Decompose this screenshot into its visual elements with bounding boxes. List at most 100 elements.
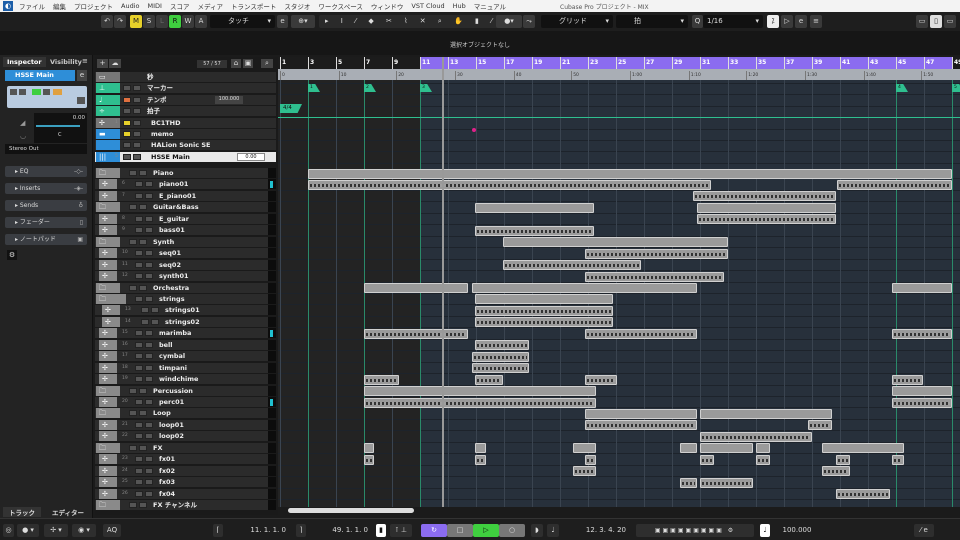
snap-mode-icon[interactable]: ●▾	[496, 15, 522, 28]
track-value[interactable]: 100.000	[215, 95, 243, 104]
event-part[interactable]	[364, 283, 468, 293]
suspend-icon[interactable]: e	[277, 15, 288, 28]
metronome-icon[interactable]: ♩	[760, 524, 770, 537]
mute-all-button[interactable]: M	[130, 15, 142, 28]
solo-button[interactable]	[139, 204, 147, 211]
event-part[interactable]	[585, 374, 618, 385]
track-row[interactable]: ✢ 19 windchime	[95, 374, 276, 386]
track-row[interactable]: ✢ 9 bass01	[95, 225, 276, 237]
solo-button[interactable]	[145, 376, 153, 383]
solo-button[interactable]	[133, 96, 141, 103]
mute-button[interactable]	[135, 376, 143, 383]
solo-button[interactable]	[139, 170, 147, 176]
event-part[interactable]	[891, 397, 952, 408]
solo-button[interactable]	[139, 502, 147, 509]
event-part[interactable]	[891, 454, 905, 465]
mute-button[interactable]	[135, 227, 143, 234]
mute-button[interactable]	[135, 215, 143, 222]
mute-button[interactable]	[135, 421, 143, 428]
event-part[interactable]	[572, 466, 597, 477]
track-value[interactable]: 0.00	[237, 152, 265, 161]
event-part[interactable]	[697, 202, 836, 213]
track-row[interactable]: 🗀 Orchestra	[95, 282, 276, 294]
solo-button[interactable]	[145, 399, 153, 405]
record-button[interactable]: ○	[499, 524, 525, 537]
solo-button[interactable]	[145, 181, 153, 188]
redo-icon[interactable]: ↷	[114, 15, 126, 28]
event-part[interactable]	[572, 443, 597, 454]
track-row[interactable]: ✢ 15 marimba	[95, 328, 276, 340]
note-icon[interactable]	[53, 89, 62, 95]
solo-button[interactable]	[151, 307, 159, 314]
solo-button[interactable]	[139, 238, 147, 245]
automation-button[interactable]: A	[195, 15, 207, 28]
event-part[interactable]	[474, 454, 486, 465]
mute-button[interactable]	[135, 250, 143, 257]
mute-button[interactable]	[123, 119, 131, 126]
event-part[interactable]	[471, 351, 530, 362]
menu-item[interactable]: トランスポート	[231, 1, 276, 11]
global-track-6[interactable]: HALion Sonic SE	[95, 140, 276, 152]
channel-name[interactable]: HSSE Main	[5, 70, 75, 81]
solo-button[interactable]	[145, 353, 153, 360]
event-part[interactable]	[700, 443, 753, 454]
global-track-5[interactable]: ▬ memo	[95, 129, 276, 140]
mute-button[interactable]	[135, 181, 143, 188]
event-part[interactable]	[835, 454, 850, 465]
event-part[interactable]	[585, 328, 698, 339]
solo-button[interactable]	[145, 261, 153, 268]
section-eq[interactable]: ▸ EQ -◇-	[5, 166, 87, 177]
edit-icons[interactable]: ⁄ e	[914, 524, 934, 537]
menu-item[interactable]: VST Cloud	[411, 2, 444, 10]
edit-channel-icon[interactable]: e	[77, 70, 87, 81]
event-part[interactable]	[585, 248, 728, 259]
left-locator-time[interactable]: 11. 1. 1. 0	[226, 524, 290, 537]
instrument-icon[interactable]	[77, 97, 85, 104]
add-track-icon[interactable]: +	[97, 59, 108, 68]
track-row[interactable]: ✢ 17 cymbal	[95, 351, 276, 363]
menu-item[interactable]: 編集	[53, 1, 66, 11]
menu-item[interactable]: プロジェクト	[74, 1, 113, 11]
constrain-delay-icon[interactable]: ⊕▾	[291, 15, 315, 28]
pan-value[interactable]: C	[58, 132, 62, 138]
track-row[interactable]: ✢ 16 bell	[95, 339, 276, 351]
event-part[interactable]	[474, 305, 614, 316]
event-part[interactable]	[474, 340, 530, 351]
track-row[interactable]: ✢ 22 loop02	[95, 431, 276, 443]
mute-button[interactable]	[129, 204, 137, 211]
event-part[interactable]	[308, 168, 952, 179]
right-locator-time[interactable]: 49. 1. 1. 0	[308, 524, 372, 537]
solo-button[interactable]	[145, 433, 153, 440]
mute-button[interactable]	[135, 261, 143, 268]
track-row[interactable]: ✢ 8 E_guitar	[95, 213, 276, 225]
menu-item[interactable]: メディア	[197, 1, 223, 11]
event-part[interactable]	[364, 386, 597, 397]
mute-button[interactable]	[129, 238, 137, 245]
track-row[interactable]: ✢ 21 loop01	[95, 419, 276, 431]
menu-item[interactable]: スタジオ	[284, 1, 310, 11]
solo-button[interactable]	[133, 131, 141, 137]
solo-button[interactable]	[139, 410, 147, 417]
marker[interactable]: 3	[420, 84, 432, 92]
solo-button[interactable]	[151, 318, 159, 325]
record-mode-icon[interactable]: ● ▾	[17, 524, 39, 537]
event-part[interactable]	[474, 443, 486, 454]
tab-visibility[interactable]: Visibility	[46, 57, 86, 67]
mute-button[interactable]	[129, 444, 137, 451]
marker[interactable]: 5	[952, 84, 960, 92]
menu-item[interactable]: ワークスペース	[318, 1, 363, 11]
mute-button[interactable]	[141, 307, 149, 314]
event-part[interactable]	[891, 328, 952, 339]
quantize-link-icon[interactable]: e	[795, 15, 807, 28]
event-part[interactable]	[700, 431, 812, 442]
solo-button[interactable]	[145, 227, 153, 234]
mute-button[interactable]	[135, 433, 143, 440]
solo-button[interactable]	[145, 341, 153, 348]
track-row[interactable]: 🗀 Synth	[95, 236, 276, 248]
mute-button[interactable]	[135, 467, 143, 474]
mute-button[interactable]	[135, 490, 143, 497]
mute-button[interactable]	[123, 96, 131, 103]
mute-button[interactable]	[10, 89, 17, 95]
automation-mode-select[interactable]: タッチ ▾	[210, 15, 275, 28]
event-part[interactable]	[364, 443, 374, 454]
